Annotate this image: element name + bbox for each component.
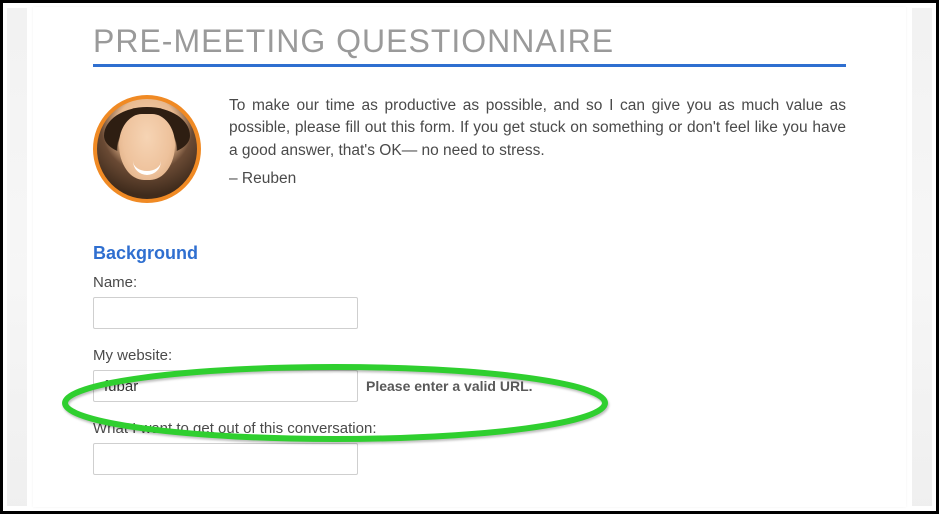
left-gutter bbox=[7, 8, 27, 506]
intro-text: To make our time as productive as possib… bbox=[229, 95, 846, 191]
website-label: My website: bbox=[93, 347, 846, 364]
intro-block: To make our time as productive as possib… bbox=[93, 95, 846, 203]
intro-signature: – Reuben bbox=[229, 168, 846, 190]
title-rule bbox=[93, 64, 846, 67]
name-label: Name: bbox=[93, 274, 846, 291]
website-error: Please enter a valid URL. bbox=[366, 378, 533, 394]
page-title: PRE-MEETING QUESTIONNAIRE bbox=[93, 23, 846, 60]
website-input[interactable] bbox=[93, 370, 358, 402]
field-name: Name: bbox=[93, 274, 846, 329]
goal-input[interactable] bbox=[93, 443, 358, 475]
goal-label: What I want to get out of this conversat… bbox=[93, 420, 846, 437]
name-input[interactable] bbox=[93, 297, 358, 329]
avatar bbox=[93, 95, 201, 203]
field-website: My website: Please enter a valid URL. bbox=[93, 347, 846, 402]
intro-paragraph: To make our time as productive as possib… bbox=[229, 95, 846, 162]
right-gutter bbox=[912, 8, 932, 506]
field-goal: What I want to get out of this conversat… bbox=[93, 420, 846, 475]
form-sheet: PRE-MEETING QUESTIONNAIRE To make our ti… bbox=[33, 7, 906, 507]
section-heading: Background bbox=[93, 243, 846, 264]
